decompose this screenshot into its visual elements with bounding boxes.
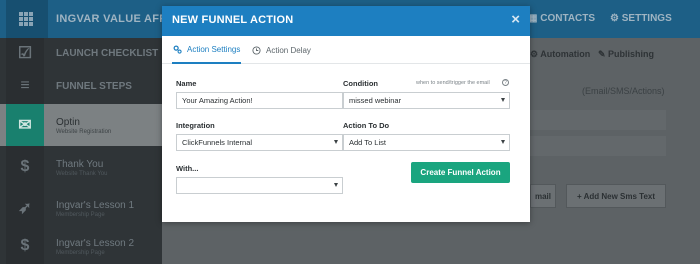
list-icon: ≡	[6, 68, 44, 104]
action-to-do-label: Action To Do	[343, 121, 390, 130]
email-sms-actions-heading: (Email/SMS/Actions)	[582, 86, 665, 96]
gear-icon: ⚙	[610, 13, 622, 24]
tab-automation[interactable]: ⚙ Automation	[530, 49, 590, 60]
modal-title: NEW FUNNEL ACTION	[172, 14, 294, 26]
tab-action-settings-label: Action Settings	[187, 44, 241, 54]
with-label: With...	[176, 164, 199, 173]
checklist-icon: ☑	[6, 38, 44, 68]
nav-settings-label: SETTINGS	[621, 13, 672, 24]
cogs-icon	[173, 45, 182, 54]
list-row	[530, 110, 666, 130]
sidebar-step-optin[interactable]: ✉ Optin Website Registration	[0, 104, 162, 146]
tab-action-delay-label: Action Delay	[266, 45, 311, 55]
apps-grid-button[interactable]	[6, 0, 48, 38]
action-to-do-value: Add To List	[349, 138, 386, 147]
sidebar-item-checklist[interactable]: ☑ LAUNCH CHECKLIST	[0, 38, 162, 68]
create-funnel-action-button[interactable]: Create Funnel Action	[411, 162, 510, 183]
chevron-down-icon	[334, 183, 338, 187]
condition-select[interactable]: missed webinar	[343, 92, 510, 109]
modal-header: NEW FUNNEL ACTION ×	[162, 6, 530, 36]
wrench-icon: ✎	[598, 49, 609, 59]
tab-action-settings[interactable]: Action Settings	[172, 36, 242, 64]
step-sublabel: Website Thank You	[56, 171, 108, 177]
action-to-do-select[interactable]: Add To List	[343, 134, 510, 151]
nav-settings[interactable]: ⚙ SETTINGS	[610, 13, 672, 24]
sidebar-item-funnel-steps[interactable]: ≡ FUNNEL STEPS	[0, 68, 162, 104]
integration-select[interactable]: ClickFunnels Internal	[176, 134, 343, 151]
nav-contacts-label: CONTACTS	[540, 13, 596, 24]
name-label: Name	[176, 79, 197, 88]
new-funnel-action-modal: NEW FUNNEL ACTION × Action Settings Acti…	[162, 6, 530, 222]
step-sublabel: Membership Page	[56, 212, 105, 218]
dollar-icon: $	[6, 228, 44, 264]
step-label: Ingvar's Lesson 2	[56, 238, 135, 249]
dollar-icon: $	[6, 146, 44, 188]
sidebar-step-lesson-2[interactable]: $ Ingvar's Lesson 2 Membership Page	[0, 228, 162, 264]
sidebar-step-thank-you[interactable]: $ Thank You Website Thank You	[0, 146, 162, 188]
add-email-button[interactable]: mail	[530, 184, 556, 208]
tab-automation-label: Automation	[540, 49, 591, 59]
sidebar-item-label: LAUNCH CHECKLIST	[56, 48, 159, 59]
name-input[interactable]	[176, 92, 343, 109]
close-icon[interactable]: ×	[511, 11, 520, 29]
help-icon[interactable]: ?	[502, 79, 509, 86]
tab-action-delay[interactable]: Action Delay	[252, 36, 311, 64]
condition-value: missed webinar	[349, 96, 402, 105]
rocket-icon: ➶	[6, 188, 44, 228]
condition-label: Condition	[343, 79, 378, 88]
grid-icon	[19, 12, 33, 26]
chevron-down-icon	[501, 98, 505, 102]
add-sms-button[interactable]: + Add New Sms Text	[566, 184, 666, 208]
step-label: Ingvar's Lesson 1	[56, 200, 135, 211]
automation-icon: ⚙	[530, 49, 541, 59]
chevron-down-icon	[334, 140, 338, 144]
envelope-icon: ✉	[6, 104, 44, 146]
tab-publishing-label: Publishing	[608, 49, 655, 59]
step-sublabel: Website Registration	[56, 129, 112, 135]
tab-publishing[interactable]: ✎ Publishing	[598, 49, 654, 60]
nav-contacts[interactable]: ▦ CONTACTS	[528, 13, 595, 24]
integration-value: ClickFunnels Internal	[182, 138, 253, 147]
integration-label: Integration	[176, 121, 215, 130]
step-label: Optin	[56, 117, 80, 128]
sidebar-item-label: FUNNEL STEPS	[56, 81, 132, 92]
chevron-down-icon	[501, 140, 505, 144]
clock-icon	[252, 45, 261, 55]
condition-hint: when to send/trigger the email	[416, 80, 490, 86]
step-label: Thank You	[56, 159, 104, 170]
modal-tabs: Action Settings Action Delay	[162, 36, 530, 64]
sidebar-step-lesson-1[interactable]: ➶ Ingvar's Lesson 1 Membership Page	[0, 188, 162, 228]
with-select[interactable]	[176, 177, 343, 194]
sidebar: ☑ LAUNCH CHECKLIST ≡ FUNNEL STEPS ✉ Opti…	[0, 38, 162, 264]
list-row	[530, 136, 666, 156]
step-sublabel: Membership Page	[56, 250, 105, 256]
